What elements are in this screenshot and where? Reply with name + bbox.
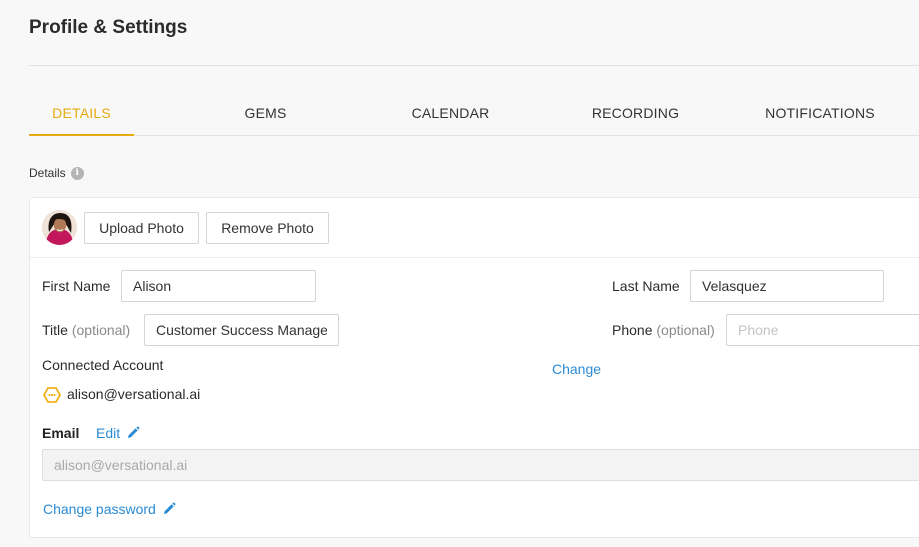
title-divider [29, 65, 919, 66]
connected-account-email: alison@versational.ai [67, 386, 201, 402]
pencil-icon [128, 426, 140, 438]
avatar [42, 210, 77, 245]
change-password-link[interactable]: Change password [43, 501, 176, 517]
first-name-label: First Name [42, 278, 111, 294]
edit-email-link[interactable]: Edit [96, 425, 140, 441]
title-label-text: Title [42, 322, 68, 338]
tab-gems[interactable]: GEMS [218, 90, 313, 136]
phone-optional-hint: (optional) [656, 322, 715, 338]
details-card: Upload Photo Remove Photo First Name Las… [29, 197, 919, 538]
upload-photo-button[interactable]: Upload Photo [84, 212, 199, 244]
tab-recording[interactable]: RECORDING [583, 90, 688, 136]
tab-bar: DETAILS GEMS CALENDAR RECORDING NOTIFICA… [29, 90, 919, 136]
title-optional-hint: (optional) [71, 322, 131, 338]
avatar-image [42, 210, 77, 245]
page-title: Profile & Settings [29, 17, 188, 38]
phone-input[interactable] [726, 314, 919, 346]
title-label: Title (optional) [42, 322, 130, 338]
card-divider [30, 257, 919, 258]
remove-photo-button[interactable]: Remove Photo [206, 212, 329, 244]
info-icon[interactable]: i [70, 166, 84, 180]
pencil-icon [163, 502, 176, 514]
title-input[interactable] [144, 314, 339, 346]
connected-account-label: Connected Account [42, 357, 164, 373]
tab-calendar[interactable]: CALENDAR [398, 90, 503, 136]
last-name-label: Last Name [612, 278, 680, 294]
email-input [42, 449, 919, 481]
email-label: Email [42, 425, 80, 441]
details-heading: Details [29, 166, 66, 180]
first-name-input[interactable] [121, 270, 316, 302]
phone-label-text: Phone [612, 322, 653, 338]
details-section-label: Details i [29, 166, 84, 180]
tab-details[interactable]: DETAILS [29, 90, 134, 136]
tab-notifications[interactable]: NOTIFICATIONS [759, 90, 881, 136]
edit-email-text: Edit [96, 425, 121, 441]
change-password-text: Change password [43, 501, 156, 517]
phone-label: Phone (optional) [612, 322, 715, 338]
change-account-link[interactable]: Change [552, 361, 601, 377]
last-name-input[interactable] [690, 270, 884, 302]
connected-account-icon [43, 387, 61, 403]
